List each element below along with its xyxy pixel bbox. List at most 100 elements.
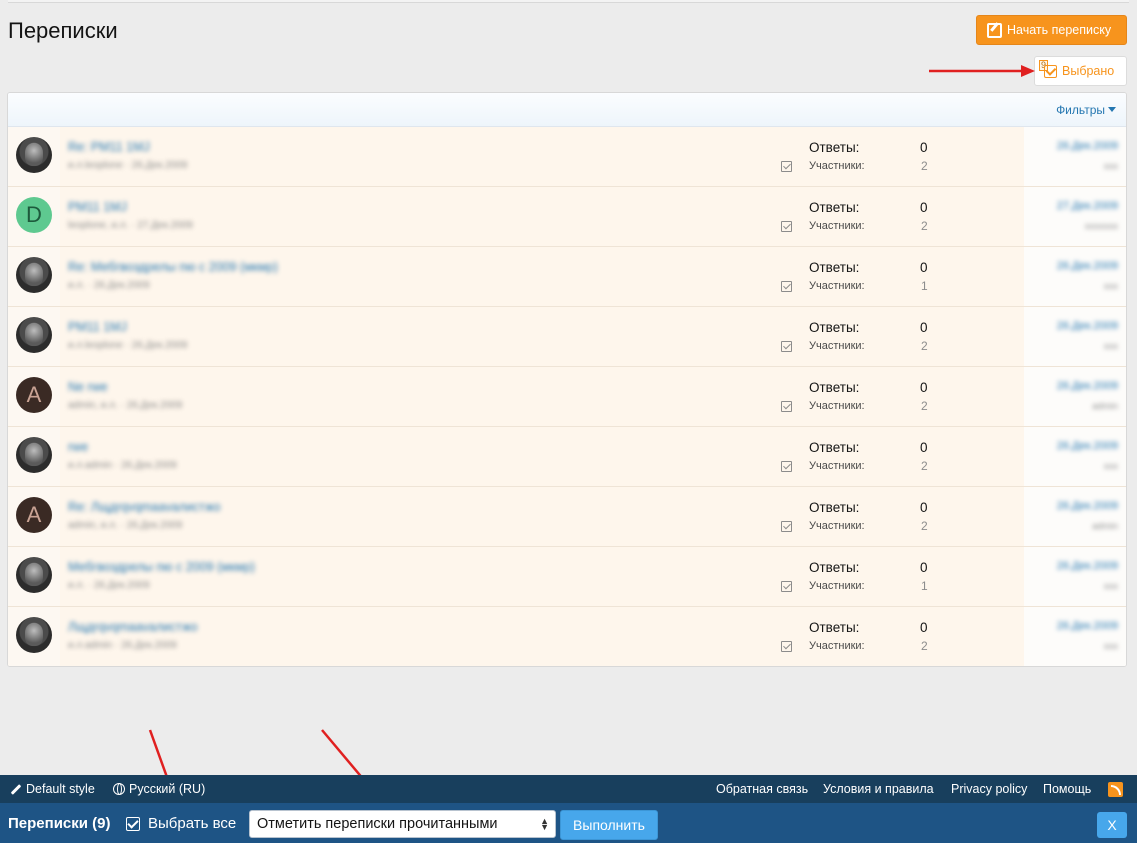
close-button[interactable]: X xyxy=(1097,812,1127,838)
start-conversation-button[interactable]: Начать переписку xyxy=(976,15,1127,45)
conversation-row[interactable]: A Re: Лщдrqvqmaavaлистжо admin, и.л. · 26.… xyxy=(8,487,1126,547)
conversation-row[interactable]: D PM11 1MJ leoplone, и.л. · 27.Дек.2009 Отв… xyxy=(8,187,1126,247)
last-message-user[interactable]: ххх xyxy=(1104,281,1118,292)
conversation-row[interactable]: rwe и.л.admin · 26.Дек.2009 Ответы: Участни… xyxy=(8,427,1126,487)
row-select-checkbox[interactable] xyxy=(781,461,792,472)
last-message-user[interactable]: ххх xyxy=(1104,341,1118,352)
last-message-date[interactable]: 26.Дек.2009 xyxy=(1057,320,1118,332)
last-message-date[interactable]: 26.Дек.2009 xyxy=(1057,140,1118,152)
avatar[interactable] xyxy=(16,257,52,293)
select-all-checkbox[interactable] xyxy=(126,817,140,831)
last-message-date[interactable]: 26.Дек.2009 xyxy=(1057,560,1118,572)
row-select-checkbox[interactable] xyxy=(781,521,792,532)
row-select-checkbox[interactable] xyxy=(781,581,792,592)
conversation-title[interactable]: Re: PM11 1MJ xyxy=(68,140,150,154)
conversation-row[interactable]: Re: PM11 1MJ и.л.leoplone · 26.Дек.2009 От… xyxy=(8,127,1126,187)
avatar[interactable]: A xyxy=(16,377,52,413)
members-value: 1 xyxy=(921,579,928,593)
selected-button[interactable]: 9 Выбрано xyxy=(1034,56,1127,86)
last-message-user[interactable]: ххх xyxy=(1104,161,1118,172)
last-message-date[interactable]: 26.Дек.2009 xyxy=(1057,620,1118,632)
footer-link-terms[interactable]: Условия и правила xyxy=(823,782,934,796)
avatar[interactable] xyxy=(16,617,52,653)
replies-label: Ответы: xyxy=(809,440,860,455)
replies-value: 0 xyxy=(920,200,928,215)
conversation-title[interactable]: PM11 1MJ xyxy=(68,200,127,214)
avatar[interactable] xyxy=(16,437,52,473)
row-select-checkbox[interactable] xyxy=(781,221,792,232)
avatar-letter: D xyxy=(26,202,42,227)
members-value: 2 xyxy=(921,159,928,173)
members-value: 2 xyxy=(921,339,928,353)
footer-link-contact[interactable]: Обратная связь xyxy=(716,782,808,796)
row-select-checkbox[interactable] xyxy=(781,401,792,412)
row-select-checkbox[interactable] xyxy=(781,341,792,352)
replies-label: Ответы: xyxy=(809,380,860,395)
conversation-meta: и.л. · 26.Дек.2009 xyxy=(68,580,150,591)
replies-label: Ответы: xyxy=(809,140,860,155)
conversation-row[interactable]: Лщдrqvqmaavaлистжо и.л.admin · 26.Дек.200… xyxy=(8,607,1126,666)
rss-icon[interactable] xyxy=(1108,782,1123,797)
last-message-date[interactable]: 27.Дек.2009 xyxy=(1057,200,1118,212)
replies-label: Ответы: xyxy=(809,500,860,515)
last-message-user[interactable]: ххх xyxy=(1104,641,1118,652)
conversation-title[interactable]: Re: Лщдrqvqmaavaлистжо xyxy=(68,500,221,514)
replies-value: 0 xyxy=(920,140,928,155)
row-select-checkbox[interactable] xyxy=(781,161,792,172)
conversation-title[interactable]: Мебгвоздрелы пю с 2009 (мкмр) xyxy=(68,560,255,574)
filters-dropdown[interactable]: Фильтры xyxy=(1056,103,1116,117)
conversation-row[interactable]: A Ne rwe admin, и.л. · 26.Дек.2009 Ответы: У… xyxy=(8,367,1126,427)
last-message-user[interactable]: ххх xyxy=(1104,581,1118,592)
members-label: Участники: xyxy=(809,400,865,412)
conversation-row[interactable]: PM11 1MJ и.л.leoplone · 26.Дек.2009 Ответы… xyxy=(8,307,1126,367)
members-value: 1 xyxy=(921,279,928,293)
members-label: Участники: xyxy=(809,340,865,352)
row-select-checkbox[interactable] xyxy=(781,281,792,292)
page-title: Переписки xyxy=(8,18,118,43)
last-message-user[interactable]: admin xyxy=(1092,401,1118,412)
language-chooser[interactable]: Русский (RU) xyxy=(113,782,205,796)
last-message-user[interactable]: admin xyxy=(1092,521,1118,532)
conversation-title[interactable]: Лщдrqvqmaavaлистжо xyxy=(68,620,198,634)
conversation-meta: и.л.admin · 26.Дек.2009 xyxy=(68,460,177,471)
last-message-user[interactable]: ххх xyxy=(1104,461,1118,472)
avatar[interactable]: D xyxy=(16,197,52,233)
conversation-title[interactable]: Ne rwe xyxy=(68,380,108,394)
action-select-value: Отметить переписки прочитанными xyxy=(257,816,498,832)
conversation-meta: admin, и.л. · 26.Дек.2009 xyxy=(68,400,183,411)
top-border xyxy=(8,0,1129,3)
conversation-title[interactable]: Re: Мебгвоздрелы пю с 2009 (мкмр) xyxy=(68,260,278,274)
replies-value: 0 xyxy=(920,320,928,335)
last-message-date[interactable]: 26.Дек.2009 xyxy=(1057,500,1118,512)
members-value: 2 xyxy=(921,639,928,653)
conversation-meta: admin, и.л. · 26.Дек.2009 xyxy=(68,520,183,531)
members-label: Участники: xyxy=(809,220,865,232)
row-select-checkbox[interactable] xyxy=(781,641,792,652)
style-chooser[interactable]: Default style xyxy=(10,782,95,796)
start-conversation-label: Начать переписку xyxy=(1007,23,1112,37)
row-last-cell xyxy=(1024,367,1126,426)
execute-button[interactable]: Выполнить xyxy=(560,810,658,840)
list-header: Фильтры xyxy=(8,93,1126,127)
avatar[interactable] xyxy=(16,137,52,173)
conversation-meta: и.л.leoplone · 26.Дек.2009 xyxy=(68,340,188,351)
conversation-row[interactable]: Re: Мебгвоздрелы пю с 2009 (мкмр) и.л. · … xyxy=(8,247,1126,307)
conversation-title[interactable]: rwe xyxy=(68,440,88,454)
last-message-date[interactable]: 26.Дек.2009 xyxy=(1057,260,1118,272)
select-all-label[interactable]: Выбрать все xyxy=(148,815,236,832)
avatar[interactable]: A xyxy=(16,497,52,533)
avatar[interactable] xyxy=(16,557,52,593)
footer-link-help[interactable]: Помощь xyxy=(1043,782,1091,796)
replies-value: 0 xyxy=(920,500,928,515)
last-message-date[interactable]: 26.Дек.2009 xyxy=(1057,440,1118,452)
last-message-date[interactable]: 26.Дек.2009 xyxy=(1057,380,1118,392)
members-label: Участники: xyxy=(809,520,865,532)
last-message-user[interactable]: ххххххх xyxy=(1085,221,1118,232)
avatar[interactable] xyxy=(16,317,52,353)
brush-icon xyxy=(10,783,22,795)
action-select[interactable]: Отметить переписки прочитанными ▲ ▼ xyxy=(249,810,556,838)
footer-link-privacy[interactable]: Privacy policy xyxy=(951,782,1027,796)
conversation-row[interactable]: Мебгвоздрелы пю с 2009 (мкмр) и.л. · 26.Д… xyxy=(8,547,1126,607)
avatar-letter: A xyxy=(26,502,42,527)
conversation-title[interactable]: PM11 1MJ xyxy=(68,320,127,334)
